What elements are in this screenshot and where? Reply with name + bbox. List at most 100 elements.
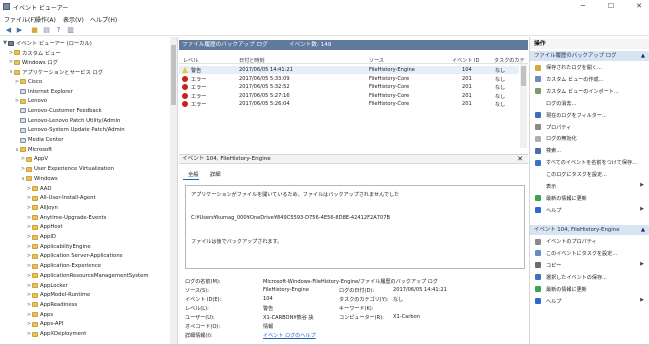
event-list-scrollbar[interactable] <box>520 64 527 148</box>
event-row[interactable]: エラー 2017/06/05 5:26:04 FileHistory-Core 201… <box>179 100 519 108</box>
column-event-id[interactable]: イベント ID <box>452 57 479 64</box>
tree-scrollbar[interactable] <box>170 37 177 345</box>
action-item[interactable]: ログの消去... <box>530 99 649 108</box>
tree-item[interactable]: > Windows ログ <box>8 58 58 66</box>
actions-pane: 操作 ファイル履歴のバックアップ ログ ▲ 保存されたログを開く... カスタム … <box>529 37 649 345</box>
tree-item[interactable]: > ApplicationResourceManagementSystem <box>26 272 149 280</box>
tree-item[interactable]: > Cisco <box>14 78 42 86</box>
tree-item[interactable]: > All-User-Install-Agent <box>26 194 96 202</box>
minimize-button[interactable]: ─ <box>576 1 590 11</box>
event-message-box[interactable]: アプリケーションがファイルを開いているため、ファイルはバックアップされませんでし… <box>185 185 525 269</box>
action-label: カスタム ビューのインポート... <box>546 88 619 95</box>
tree-item[interactable]: > Apps <box>26 311 53 319</box>
event-task: なし <box>495 102 506 108</box>
tree-item[interactable]: > AllJoyn <box>26 204 58 212</box>
tree-item[interactable]: > AppReadiness <box>26 301 77 309</box>
tree-item[interactable]: > Apps-API <box>26 320 63 328</box>
action-item[interactable]: 現在のログをフィルター... <box>530 111 649 120</box>
tree-item[interactable]: > AAD <box>26 185 52 193</box>
tree-item[interactable]: ∨ Windows <box>20 175 58 183</box>
tree-scroll-thumb[interactable] <box>171 45 176 105</box>
action-item[interactable]: 表示 ▶ <box>530 182 649 191</box>
column-source[interactable]: ソース <box>369 57 384 64</box>
tab-general[interactable]: 全般 <box>188 170 199 178</box>
back-arrow-icon[interactable]: ◀ <box>4 26 13 34</box>
column-datetime[interactable]: 日付と時刻 <box>239 57 264 64</box>
event-source: FileHistory-Core <box>369 92 410 99</box>
tree-item[interactable]: > Application Server-Applications <box>26 252 123 260</box>
tree-item[interactable]: > Application-Experience <box>26 262 101 270</box>
tree-item[interactable]: ∨ Microsoft <box>14 146 52 154</box>
tree-item[interactable]: > AppXDeployment <box>26 330 87 338</box>
action-item[interactable]: ヘルプ ▶ <box>530 297 649 306</box>
event-count: イベント数: 149 <box>289 42 332 48</box>
tree-item[interactable]: > カスタム ビュー <box>8 49 61 57</box>
action-item[interactable]: 選択したイベントの保存... <box>530 273 649 282</box>
action-item[interactable]: ログの無効化 <box>530 134 649 143</box>
tree-item[interactable]: > AppID <box>26 233 56 241</box>
properties-icon[interactable]: ▤ <box>42 26 51 34</box>
actions-section-log[interactable]: ファイル履歴のバックアップ ログ ▲ <box>530 51 649 61</box>
collapse-up-icon[interactable]: ▲ <box>641 51 645 61</box>
tree-item-label: Windows <box>34 175 58 182</box>
tree-item[interactable]: Lenovo-System Update Patch/Admin <box>14 126 125 134</box>
action-item[interactable]: カスタム ビューのインポート... <box>530 87 649 96</box>
event-row[interactable]: エラー 2017/06/05 5:32:52 FileHistory-Core 201… <box>179 83 519 91</box>
actions-section-event[interactable]: イベント 104, FileHistory-Engine ▲ <box>530 225 649 235</box>
panel-icon[interactable]: ▥ <box>66 26 75 34</box>
action-item[interactable]: コピー ▶ <box>530 261 649 270</box>
tree-item[interactable]: > AppHost <box>26 223 63 231</box>
action-item[interactable]: 保存されたログを開く... <box>530 63 649 72</box>
log-name-label: ログの名前(M): <box>185 279 221 285</box>
event-row[interactable]: エラー 2017/06/05 5:27:16 FileHistory-Core 201… <box>179 92 519 100</box>
menu-view[interactable]: 表示(V) <box>63 15 84 24</box>
folder-icon[interactable]: ■ <box>30 26 39 34</box>
close-button[interactable]: ✕ <box>632 1 646 11</box>
column-level[interactable]: レベル <box>183 57 198 64</box>
action-item[interactable]: このイベントにタスクを設定... <box>530 249 649 258</box>
menu-help[interactable]: ヘルプ(H) <box>90 15 117 24</box>
action-item[interactable]: 検索... <box>530 146 649 155</box>
action-item[interactable]: このログにタスクを設定... <box>530 170 649 179</box>
action-label: このログにタスクを設定... <box>546 172 607 179</box>
tree-item[interactable]: > AppV <box>20 155 48 163</box>
menu-file[interactable]: ファイル(F) <box>4 15 36 24</box>
tree-item[interactable]: ▼ イベント ビューアー (ローカル) <box>2 39 92 47</box>
close-detail-icon[interactable]: ✕ <box>517 155 523 164</box>
action-item[interactable]: カスタム ビューの作成... <box>530 75 649 84</box>
tab-details[interactable]: 詳細 <box>210 170 221 178</box>
task-category-label: タスクのカテゴリ(Y): <box>339 297 389 303</box>
tree-item-label: Lenovo-System Update Patch/Admin <box>28 127 125 134</box>
collapse-up-icon[interactable]: ▲ <box>641 225 645 235</box>
tree-item[interactable]: ∨ アプリケーションとサービス ログ <box>8 68 103 76</box>
action-item[interactable]: ヘルプ ▶ <box>530 206 649 215</box>
column-task-category[interactable]: タスクのカテ <box>494 57 525 64</box>
menu-action[interactable]: 操作(A) <box>35 15 56 24</box>
tree-item[interactable]: Lenovo-Customer Feedback <box>14 107 102 115</box>
tree-item[interactable]: > User Experience Virtualization <box>20 165 114 173</box>
action-item[interactable]: 最新の情報に更新 <box>530 194 649 203</box>
title-bar: イベント ビューアー ─ ☐ ✕ <box>0 0 649 13</box>
forward-arrow-icon[interactable]: ▶ <box>15 26 24 34</box>
event-list-scroll-thumb[interactable] <box>521 66 526 86</box>
tree-item[interactable]: Lenovo-Lenovo Patch Utility/Admin <box>14 117 120 125</box>
tree-item-label: ApplicabilityEngine <box>40 243 91 250</box>
tree-item[interactable]: > AppLocker <box>26 282 68 290</box>
action-item[interactable]: すべてのイベントを名前をつけて保存... <box>530 158 649 167</box>
tree-item[interactable]: > Anytime-Upgrade-Events <box>26 214 107 222</box>
maximize-button[interactable]: ☐ <box>604 1 618 11</box>
action-item[interactable]: 最新の情報に更新 <box>530 285 649 294</box>
event-row[interactable]: エラー 2017/06/05 5:33:09 FileHistory-Core 201… <box>179 75 519 83</box>
event-row[interactable]: 警告 2017/06/05 14:41:21 FileHistory-Engine 1… <box>179 66 519 74</box>
action-item[interactable]: イベントのプロパティ <box>530 237 649 246</box>
tree-item[interactable]: Internet Explorer <box>14 88 73 96</box>
tree-item[interactable]: > ApplicabilityEngine <box>26 243 91 251</box>
help-icon[interactable]: ? <box>54 26 63 34</box>
action-item[interactable]: プロパティ <box>530 123 649 132</box>
event-id-label: イベント ID(E): <box>185 297 222 303</box>
tree-item[interactable]: Media Center <box>14 136 63 144</box>
tree-item[interactable]: > Lenovo <box>14 97 47 105</box>
event-viewer-app-icon <box>3 3 10 10</box>
tree-item[interactable]: > AppModel-Runtime <box>26 291 90 299</box>
event-log-help-link[interactable]: イベント ログのヘルプ <box>263 332 316 339</box>
